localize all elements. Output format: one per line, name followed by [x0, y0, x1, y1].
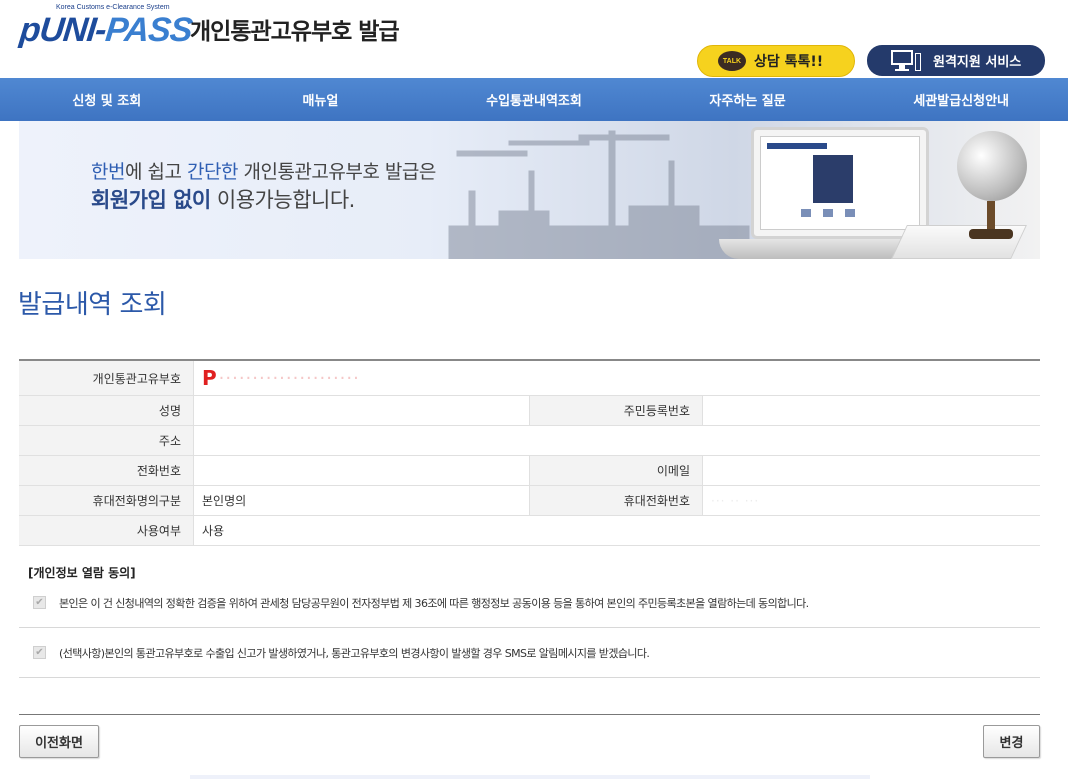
address-value — [193, 426, 1040, 455]
consent-checkbox-sms[interactable]: ✔ — [33, 646, 46, 659]
consent-item: ✔ 본인은 이 건 신청내역의 정확한 검증을 위하여 관세청 담당공무원이 전… — [19, 578, 1040, 628]
page-title: 발급내역 조회 — [18, 290, 167, 320]
logo-wordmark-uni: UNI- — [37, 11, 108, 49]
banner-text-2: 개인통관고유부호 발급은 — [237, 161, 436, 183]
customs-code-masked: ····················· — [218, 367, 360, 389]
talk-consult-button[interactable]: TALK 상담 톡톡!! — [697, 45, 855, 77]
computer-icon — [891, 49, 921, 72]
email-label: 이메일 — [529, 456, 702, 485]
phone-value — [193, 456, 529, 485]
table-row: 사용여부 사용 — [19, 516, 1040, 546]
banner-subline: 회원가입 없이 이용가능합니다. — [91, 184, 355, 214]
mobile-number-label: 휴대전화번호 — [529, 486, 702, 515]
consent-item: ✔ (선택사항)본인의 통관고유부호로 수출입 신고가 발생하였거나, 통관고유… — [19, 628, 1040, 678]
banner-hl-once: 한번 — [91, 161, 125, 183]
nav-item-manual[interactable]: 매뉴얼 — [214, 78, 428, 121]
logo-wordmark: pUNI-PASS — [18, 10, 194, 50]
banner-text-3: 이용가능합니다. — [210, 188, 355, 212]
issuance-info-table: 개인통관고유부호 P ····················· 성명 주민등록번… — [19, 359, 1040, 546]
remote-support-label: 원격지원 서비스 — [933, 55, 1022, 70]
email-value — [702, 456, 1040, 485]
mobile-owner-label: 휴대전화명의구분 — [19, 486, 193, 515]
previous-screen-button[interactable]: 이전화면 — [19, 725, 99, 758]
mobile-owner-value: 본인명의 — [193, 486, 529, 515]
banner-hl-no-signup: 회원가입 없이 — [91, 188, 211, 212]
banner-text-1: 에 쉽고 — [124, 161, 187, 183]
divider — [19, 714, 1040, 715]
banner-hl-simple: 간단한 — [187, 161, 238, 183]
customs-code-value: P ····················· — [193, 361, 1040, 395]
customs-code-prefix: P — [202, 366, 217, 390]
rrn-value — [702, 396, 1040, 425]
unipass-logo[interactable]: Korea Customs e-Clearance System pUNI-PA… — [18, 4, 194, 50]
main-nav: 신청 및 조회 매뉴얼 수입통관내역조회 자주하는 질문 세관발급신청안내 — [0, 78, 1068, 121]
phone-label: 전화번호 — [19, 456, 193, 485]
name-value — [193, 396, 529, 425]
address-label: 주소 — [19, 426, 193, 455]
table-row: 전화번호 이메일 — [19, 456, 1040, 486]
nav-item-faq[interactable]: 자주하는 질문 — [641, 78, 855, 121]
rrn-label: 주민등록번호 — [529, 396, 702, 425]
nav-item-customs-guide[interactable]: 세관발급신청안내 — [854, 78, 1068, 121]
table-row: 개인통관고유부호 P ····················· — [19, 361, 1040, 396]
change-button[interactable]: 변경 — [983, 725, 1040, 758]
laptop-illustration — [751, 127, 929, 239]
table-row: 주소 — [19, 426, 1040, 456]
table-row: 성명 주민등록번호 — [19, 396, 1040, 426]
nav-item-import-history[interactable]: 수입통관내역조회 — [427, 78, 641, 121]
usage-status-value: 사용 — [193, 516, 1040, 545]
globe-illustration — [957, 131, 1027, 201]
globe-base — [969, 229, 1013, 239]
logo-wordmark-pass: PASS — [103, 11, 194, 49]
name-label: 성명 — [19, 396, 193, 425]
consent-text-rrn-view: 본인은 이 건 신청내역의 정확한 검증을 위하여 관세청 담당공무원이 전자정… — [59, 596, 809, 610]
banner-headline: 한번에 쉽고 간단한 개인통관고유부호 발급은 — [91, 157, 436, 184]
customs-code-label: 개인통관고유부호 — [19, 361, 193, 395]
table-row: 휴대전화명의구분 본인명의 휴대전화번호 ··· ·· ··· — [19, 486, 1040, 516]
footer-strip — [190, 775, 870, 779]
remote-support-button[interactable]: 원격지원 서비스 — [867, 45, 1045, 76]
nav-item-apply-inquiry[interactable]: 신청 및 조회 — [0, 78, 214, 121]
usage-status-label: 사용여부 — [19, 516, 193, 545]
mobile-number-value: ··· ·· ··· — [702, 486, 1040, 515]
header: Korea Customs e-Clearance System pUNI-PA… — [0, 0, 1068, 78]
talk-consult-label: 상담 톡톡!! — [754, 54, 824, 70]
site-title: 개인통관고유부호 발급 — [190, 19, 400, 45]
consent-text-sms: (선택사항)본인의 통관고유부호로 수출입 신고가 발생하였거나, 통관고유부호… — [59, 646, 650, 660]
globe-stand — [987, 201, 995, 231]
promo-banner: 한번에 쉽고 간단한 개인통관고유부호 발급은 회원가입 없이 이용가능합니다. — [19, 121, 1040, 259]
consent-checkbox-rrn-view[interactable]: ✔ — [33, 596, 46, 609]
talk-bubble-icon: TALK — [718, 51, 746, 71]
